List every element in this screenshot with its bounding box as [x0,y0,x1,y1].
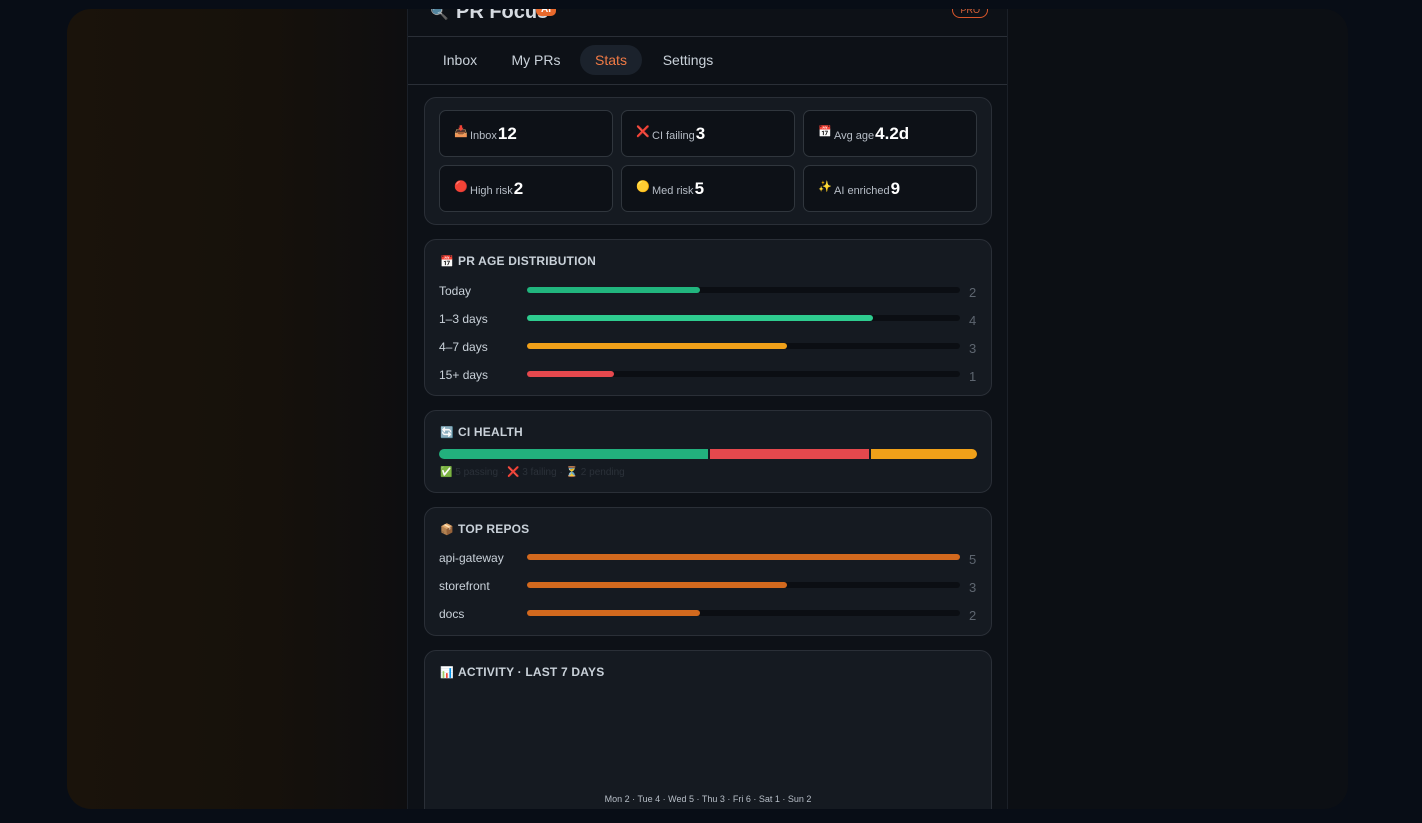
age-row-fill [527,343,787,349]
calendar-icon: 📅 [440,256,454,268]
age-row-track [527,287,960,293]
panel-header: 🔍 PR Focus AI PRO [408,9,1007,37]
card-title: 📦 TOP REPOS [440,522,529,536]
stat-label: AI enriched [834,185,890,197]
ci-segment-passing [439,449,708,459]
tab-inbox[interactable]: Inbox [428,45,492,75]
background-glow [67,9,407,809]
age-row-fill [527,287,701,293]
card-title: 📊 ACTIVITY · LAST 7 DAYS [440,665,604,679]
tab-bar: Inbox My PRs Stats Settings [408,36,1007,85]
hourglass-icon: ⏳ [565,467,579,478]
age-row-fill [527,315,874,321]
red-circle-icon: 🔴 [454,181,468,193]
stat-avg-age[interactable]: 📅 Avg age4.2d [803,110,977,157]
bar-chart-icon: 📊 [440,667,454,679]
age-row-track [527,343,960,349]
age-row-label: 15+ days [439,368,489,382]
stat-value: 2 [513,179,524,198]
tab-my-prs[interactable]: My PRs [502,45,570,75]
repo-row-label: api-gateway [439,551,504,565]
stat-label: Avg age [834,130,875,142]
inbox-icon: 📥 [454,126,468,138]
app-window: 🔍 PR Focus AI PRO Inbox My PRs Stats Set… [67,9,1348,809]
separator: · [500,467,505,478]
cross-icon: ❌ [636,126,650,138]
pro-badge[interactable]: PRO [952,9,988,18]
refresh-icon: 🔄 [440,427,454,439]
calendar-icon: 📅 [818,126,832,138]
repo-row-track [527,610,960,616]
stat-ai-enriched[interactable]: ✨ AI enriched9 [803,165,977,212]
stat-inbox[interactable]: 📥 Inbox12 [439,110,613,157]
age-row-track [527,371,960,377]
repo-row-label: storefront [439,579,490,593]
repo-row-fill [527,554,960,560]
age-distribution-title: PR AGE DISTRIBUTION [458,254,597,268]
age-row-track [527,315,960,321]
repo-row-track [527,582,960,588]
stat-value: 12 [497,124,517,143]
stat-label: High risk [470,185,513,197]
stat-high-risk[interactable]: 🔴 High risk2 [439,165,613,212]
app-title: PR Focus [456,9,549,23]
age-row-count: 2 [969,285,977,300]
ci-stacked-bar [439,449,977,459]
card-title: 🔄 CI HEALTH [440,425,523,439]
stat-label: Inbox [470,130,497,142]
failing-label: 3 failing [522,467,557,478]
tab-stats[interactable]: Stats [580,45,642,75]
extension-panel: 🔍 PR Focus AI PRO Inbox My PRs Stats Set… [407,9,1008,809]
age-row-count: 1 [969,369,977,384]
repo-row-count: 5 [969,552,977,567]
activity-days-summary: Mon 2 · Tue 4 · Wed 5 · Thu 3 · Fri 6 · … [604,794,812,804]
stat-value: 3 [695,124,706,143]
passing-label: 5 passing [455,467,499,478]
stat-label: Med risk [652,185,694,197]
card-title: 📅 PR AGE DISTRIBUTION [440,254,596,268]
activity-title: ACTIVITY · LAST 7 DAYS [458,665,605,679]
separator: · [559,467,563,478]
age-row-fill [527,371,614,377]
age-row-count: 3 [969,341,977,356]
age-row-label: Today [439,284,472,298]
stat-ci-failing[interactable]: ❌ CI failing3 [621,110,795,157]
repo-row-fill [527,610,701,616]
age-row-count: 4 [969,313,977,328]
ci-segment-pending [869,449,977,459]
ai-badge: AI [536,9,556,16]
summary-card: 📥 Inbox12 ❌ CI failing3 📅 Avg age4.2d 🔴 … [424,97,992,225]
stat-value: 9 [890,179,901,198]
ci-health-title: CI HEALTH [458,425,523,439]
top-repos-title: TOP REPOS [458,522,530,536]
pending-label: 2 pending [580,467,625,478]
ci-legend: ✅ 5 passing · ❌ 3 failing · ⏳ 2 pending [440,467,625,478]
package-icon: 📦 [440,524,454,536]
stat-med-risk[interactable]: 🟡 Med risk5 [621,165,795,212]
age-distribution-card: 📅 PR AGE DISTRIBUTION Today 2 1–3 days 4 4–7 … [424,239,992,396]
stat-label: CI failing [652,130,695,142]
yellow-circle-icon: 🟡 [636,181,650,193]
stat-value: 5 [694,179,705,198]
repo-row-count: 2 [969,608,977,623]
ci-health-card: 🔄 CI HEALTH ✅ 5 passing · ❌ 3 failing · ⏳… [424,410,992,493]
repo-row-label: docs [439,607,465,621]
repo-row-fill [527,582,787,588]
check-icon: ✅ [440,467,453,478]
stat-value: 4.2d [875,124,910,143]
cross-icon: ❌ [506,467,520,478]
age-row-label: 1–3 days [439,312,488,326]
age-row-label: 4–7 days [439,340,488,354]
ci-segment-failing [708,449,872,459]
activity-card: 📊 ACTIVITY · LAST 7 DAYS Mon 2 · Tue 4 · … [424,650,992,809]
sparkles-icon: ✨ [818,181,832,193]
magnifier-logo-icon: 🔍 [430,9,449,21]
repo-row-count: 3 [969,580,977,595]
repo-row-track [527,554,960,560]
top-repos-card: 📦 TOP REPOS api-gateway 5 storefront 3 docs 2 [424,507,992,636]
tab-settings[interactable]: Settings [652,45,724,75]
